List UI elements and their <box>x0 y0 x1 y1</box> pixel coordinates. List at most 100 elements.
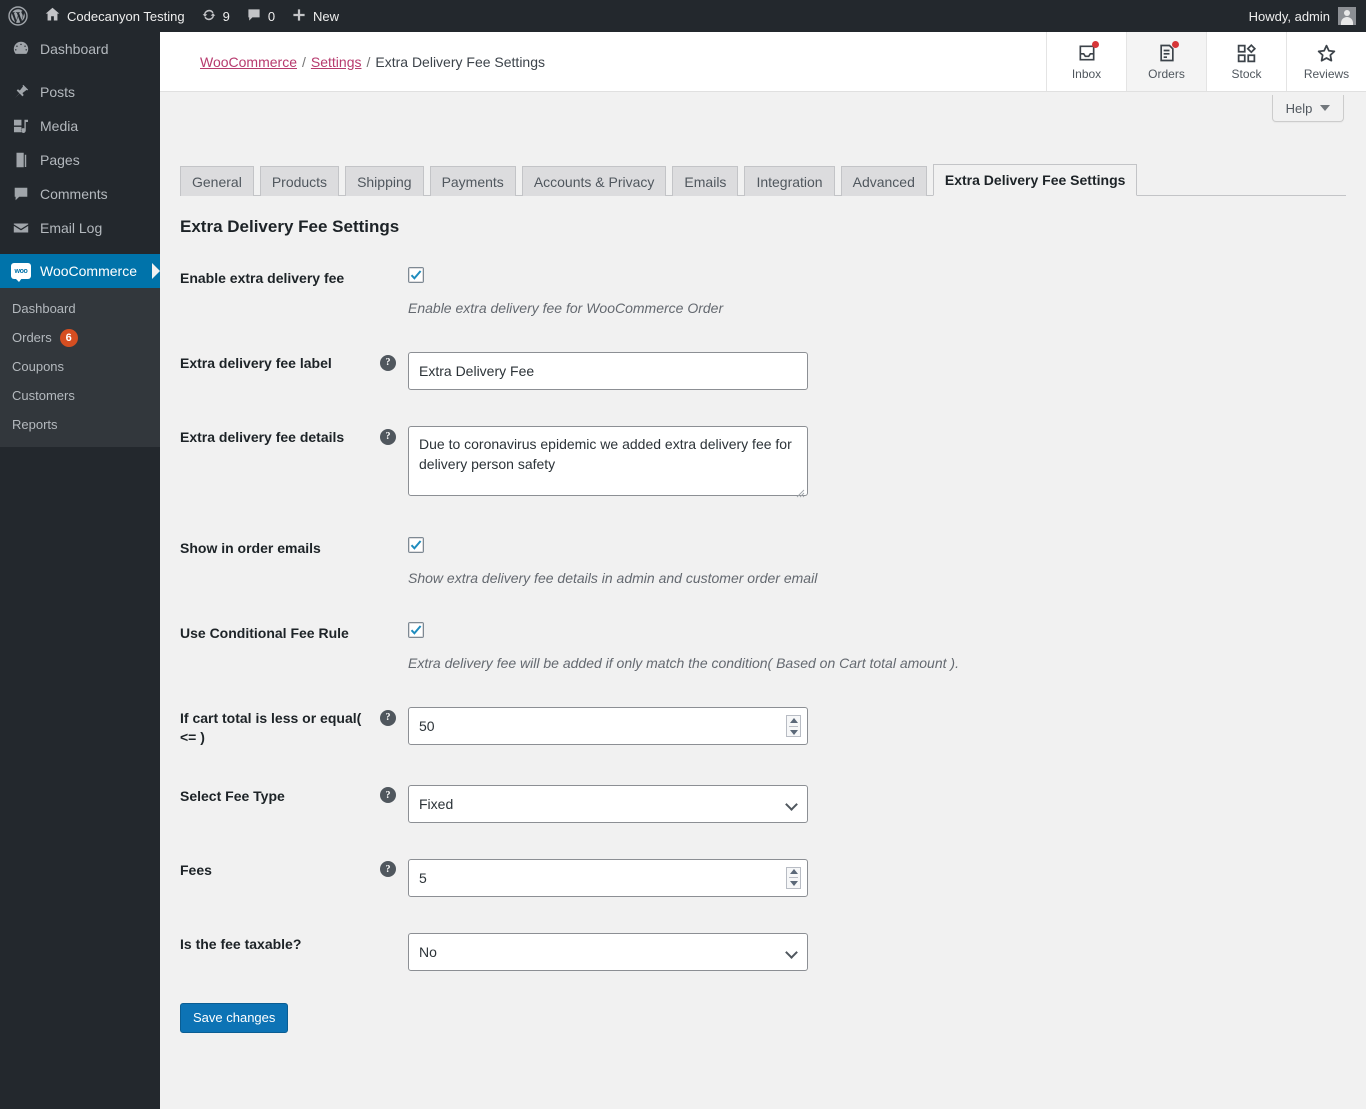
orders-count-badge: 6 <box>59 328 78 347</box>
field-tip-cell <box>380 249 408 334</box>
stepper-up-icon[interactable] <box>789 869 798 875</box>
my-account-menu[interactable]: Howdy, admin <box>1249 7 1366 25</box>
save-changes-button[interactable]: Save changes <box>180 1002 289 1033</box>
help-tip-icon[interactable]: ? <box>380 709 396 726</box>
field-row-show-in-emails: Show in order emails Show extra delivery… <box>180 519 1346 604</box>
cart-total-input[interactable] <box>408 707 808 745</box>
activity-panel-nav: Inbox Orders Stock Reviews <box>1046 32 1366 91</box>
tab-payments[interactable]: Payments <box>429 166 516 196</box>
sidebar-separator <box>0 66 160 75</box>
comments-menu[interactable]: 0 <box>238 0 283 32</box>
taxable-select[interactable]: No <box>408 932 808 971</box>
site-name-menu[interactable]: Codecanyon Testing <box>36 0 193 32</box>
tab-accounts-privacy[interactable]: Accounts & Privacy <box>521 166 667 196</box>
tab-general[interactable]: General <box>180 166 254 196</box>
field-label-fee-type: Select Fee Type <box>180 767 380 841</box>
new-content-label: New <box>313 8 340 24</box>
field-row-fee-details: Extra delivery fee details ? Due to coro… <box>180 408 1346 519</box>
tab-advanced[interactable]: Advanced <box>840 166 927 196</box>
activity-tab-orders[interactable]: Orders <box>1126 32 1206 91</box>
tab-integration[interactable]: Integration <box>744 166 835 196</box>
comments-icon <box>11 184 31 204</box>
field-tip-cell <box>380 915 408 989</box>
breadcrumb-current: Extra Delivery Fee Settings <box>375 53 545 70</box>
sidebar-item-woocommerce[interactable]: woo WooCommerce <box>0 254 160 288</box>
field-row-fees: Fees ? <box>180 841 1346 915</box>
breadcrumb-separator: / <box>302 53 306 70</box>
field-control-fee-details: Due to coronavirus epidemic we added ext… <box>408 408 1346 519</box>
fee-type-select[interactable]: Fixed <box>408 784 808 823</box>
number-stepper[interactable] <box>786 866 801 889</box>
wp-logo-menu[interactable] <box>0 0 36 32</box>
help-tip-icon[interactable]: ? <box>380 354 396 371</box>
tab-extra-delivery-fee-settings[interactable]: Extra Delivery Fee Settings <box>932 164 1138 196</box>
sidebar-item-comments[interactable]: Comments <box>0 177 160 211</box>
sidebar-item-posts[interactable]: Posts <box>0 75 160 109</box>
sidebar-item-media[interactable]: Media <box>0 109 160 143</box>
tab-products[interactable]: Products <box>259 166 340 196</box>
field-description: Extra delivery fee will be added if only… <box>408 655 959 671</box>
woocommerce-submenu: Dashboard Orders 6 Coupons Customers Rep… <box>0 288 160 447</box>
stock-grid-icon <box>1235 42 1259 64</box>
field-control-show-in-emails: Show extra delivery fee details in admin… <box>408 519 1346 604</box>
breadcrumb-link-woocommerce[interactable]: WooCommerce <box>200 54 297 70</box>
envelope-icon <box>11 218 31 238</box>
submenu-item-orders[interactable]: Orders 6 <box>0 323 160 352</box>
field-control-fee-type: Fixed <box>408 767 1346 841</box>
field-tip-cell: ? <box>380 767 408 841</box>
show-in-emails-checkbox[interactable] <box>408 537 424 553</box>
stepper-down-icon[interactable] <box>789 881 798 887</box>
activity-tab-reviews[interactable]: Reviews <box>1286 32 1366 91</box>
submenu-item-label: Customers <box>12 388 75 403</box>
sidebar-item-label: WooCommerce <box>40 263 137 279</box>
sidebar-item-email-log[interactable]: Email Log <box>0 211 160 245</box>
submenu-item-reports[interactable]: Reports <box>0 410 160 439</box>
help-tip-icon[interactable]: ? <box>380 428 396 445</box>
plus-icon <box>291 7 307 26</box>
sidebar-item-pages[interactable]: Pages <box>0 143 160 177</box>
updates-icon <box>201 7 217 26</box>
fees-input[interactable] <box>408 858 808 897</box>
orders-note-icon <box>1155 41 1179 64</box>
updates-menu[interactable]: 9 <box>193 0 238 32</box>
activity-tab-inbox[interactable]: Inbox <box>1046 32 1126 91</box>
enable-fee-checkbox[interactable] <box>408 267 424 283</box>
number-stepper[interactable] <box>786 715 801 737</box>
activity-tab-stock[interactable]: Stock <box>1206 32 1286 91</box>
submenu-item-dashboard[interactable]: Dashboard <box>0 294 160 323</box>
star-icon <box>1315 42 1339 64</box>
help-tip-icon[interactable]: ? <box>380 861 396 878</box>
notification-dot <box>1091 41 1099 48</box>
submenu-item-customers[interactable]: Customers <box>0 381 160 410</box>
inbox-icon <box>1075 41 1099 64</box>
conditional-rule-checkbox[interactable] <box>408 622 424 638</box>
field-row-enable-fee: Enable extra delivery fee Enable extra d… <box>180 249 1346 334</box>
field-label-text: Fees <box>180 861 212 878</box>
stepper-divider <box>789 877 798 879</box>
tab-shipping[interactable]: Shipping <box>345 166 424 196</box>
field-control-fees <box>408 841 1346 915</box>
help-bar: Help <box>160 92 1366 138</box>
sidebar-item-dashboard[interactable]: Dashboard <box>0 32 160 66</box>
submenu-item-label: Orders <box>12 330 52 345</box>
stepper-down-icon[interactable] <box>789 729 798 735</box>
help-button[interactable]: Help <box>1272 95 1344 122</box>
sidebar-item-label: Pages <box>40 152 80 168</box>
field-label-text: Use Conditional Fee Rule <box>180 625 349 641</box>
submenu-item-label: Dashboard <box>12 301 76 316</box>
help-tip-icon[interactable]: ? <box>380 787 396 804</box>
new-content-menu[interactable]: New <box>283 0 347 32</box>
stepper-up-icon[interactable] <box>789 717 798 723</box>
activity-tab-label: Stock <box>1231 67 1262 81</box>
home-icon <box>44 6 61 26</box>
fee-details-textarea[interactable]: Due to coronavirus epidemic we added ext… <box>408 426 808 496</box>
field-label-text: Enable extra delivery fee <box>180 270 345 286</box>
submenu-item-coupons[interactable]: Coupons <box>0 352 160 381</box>
tab-emails[interactable]: Emails <box>672 166 739 196</box>
breadcrumb-link-settings[interactable]: Settings <box>311 54 362 70</box>
field-tip-cell <box>380 519 408 604</box>
fee-label-input[interactable] <box>408 352 808 390</box>
field-tip-cell: ? <box>380 334 408 408</box>
sidebar-item-label: Media <box>40 118 79 134</box>
field-description: Show extra delivery fee details in admin… <box>408 570 818 586</box>
